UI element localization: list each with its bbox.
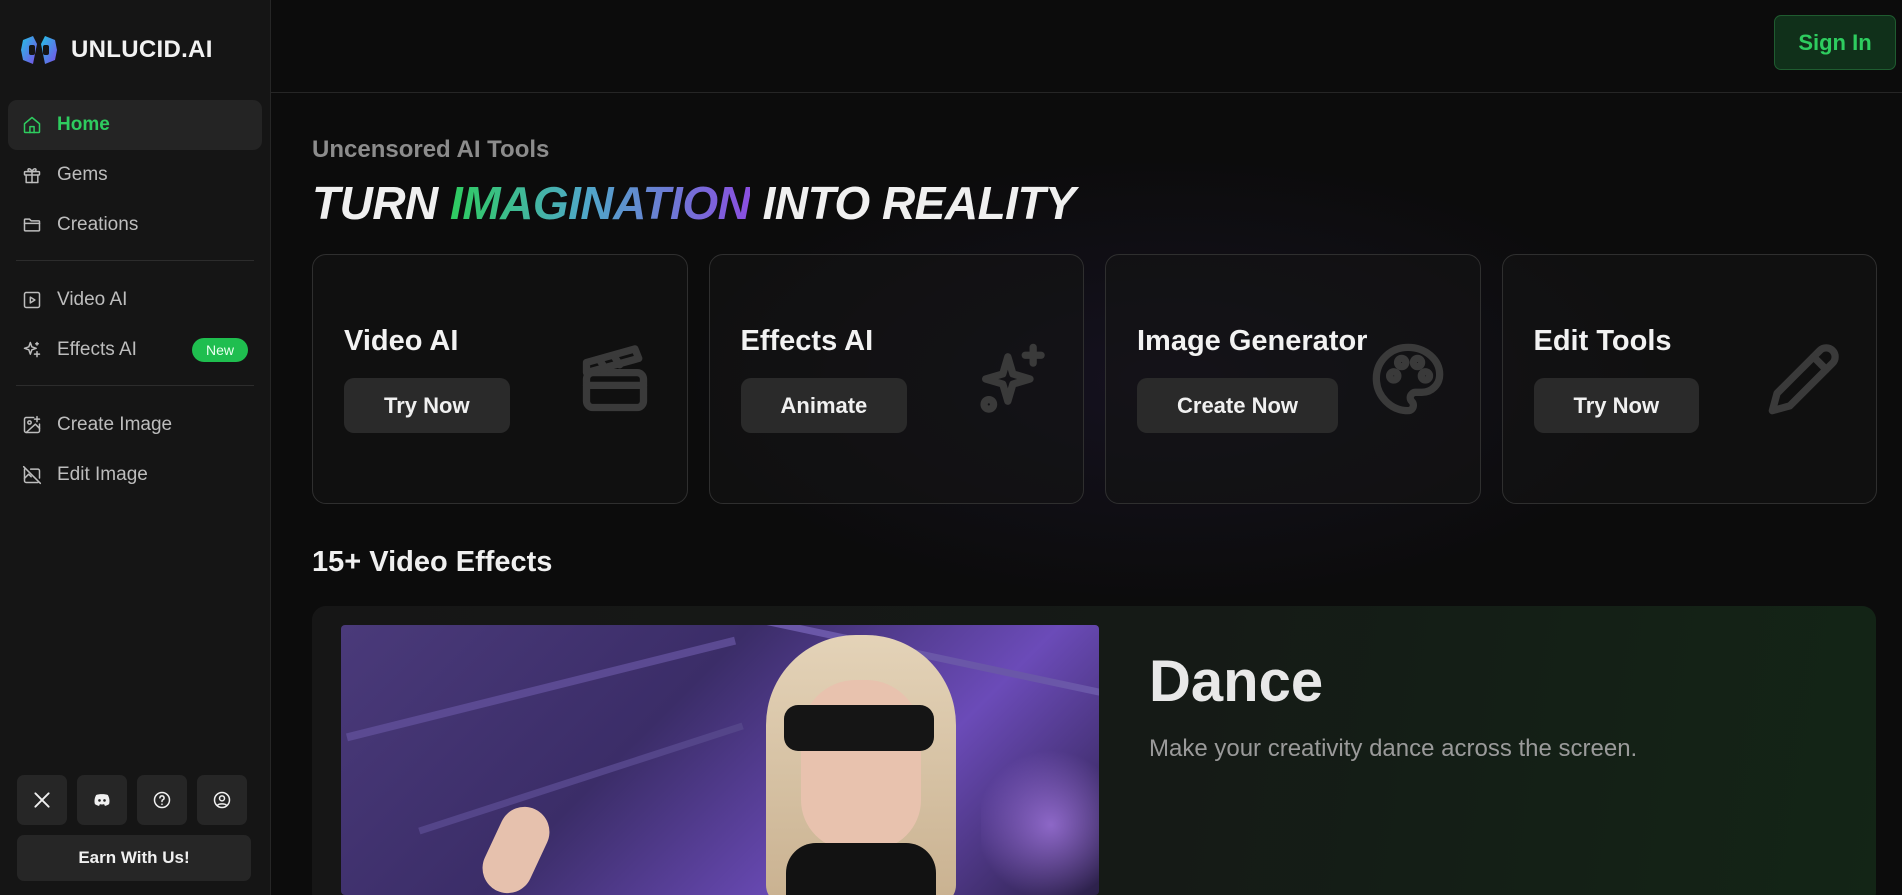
effect-description: Make your creativity dance across the sc… [1149,735,1638,762]
pencil-icon [1766,341,1842,417]
sidebar-item-label: Creations [57,214,139,235]
sidebar-divider [16,385,254,386]
sidebar-item-video-ai[interactable]: Video AI [8,275,262,325]
social-links [17,775,251,825]
create-now-button[interactable]: Create Now [1137,378,1339,433]
ceiling-beam [418,722,744,835]
palette-icon [1370,341,1446,417]
sidebar-item-label: Create Image [57,414,173,435]
sidebar-item-gems[interactable]: Gems [8,150,262,200]
hero-section: Uncensored AI Tools TURN IMAGINATION INT… [271,93,1902,895]
effect-title: Dance [1149,649,1324,714]
hero-kicker: Uncensored AI Tools [312,136,550,163]
discord-button[interactable] [77,775,127,825]
headline-post: INTO REALITY [750,177,1076,229]
sidebar-item-create-image[interactable]: Create Image [8,400,262,450]
unlucid-logo-icon [21,36,57,64]
image-plus-icon [22,415,42,435]
sidebar-item-home[interactable]: Home [8,100,262,150]
folder-icon [22,215,42,235]
home-icon [22,115,42,135]
brand-name: UNLUCID.AI [71,36,213,63]
discord-icon [94,794,110,806]
gift-icon [22,165,42,185]
earn-with-us-button[interactable]: Earn With Us! [17,835,251,881]
sidebar-item-label: Effects AI [57,339,137,360]
account-button[interactable] [197,775,247,825]
card-edit-tools[interactable]: Edit Tools Try Now [1501,254,1877,504]
brand[interactable]: UNLUCID.AI [0,0,270,100]
sidebar-divider [16,260,254,261]
sidebar-item-effects-ai[interactable]: Effects AI New [8,325,262,375]
sidebar-nav: Home Gems Creations Video AI Effects AI … [0,100,270,500]
sparkles-icon [973,341,1049,417]
subject-hand [474,798,558,895]
featured-effect-card[interactable]: Dance Make your creativity dance across … [312,606,1876,895]
animate-button[interactable]: Animate [740,378,908,433]
x-button[interactable] [17,775,67,825]
new-badge: New [191,338,248,362]
headline-pre: TURN [312,177,451,229]
app-root: UNLUCID.AI Home Gems Creations Video AI [0,0,1902,895]
effect-preview-image[interactable] [341,625,1099,895]
sign-in-button[interactable]: Sign In [1774,15,1896,70]
sparkles-icon [22,340,42,360]
user-circle-icon [213,791,231,809]
video-effects-title: 15+ Video Effects [312,546,553,578]
x-icon [34,792,50,808]
tool-cards: Video AI Try Now Effects AI Animate Imag… [312,254,1877,504]
sidebar-item-label: Gems [57,164,108,185]
subject-outfit [786,843,936,895]
ceiling-beam [345,636,737,742]
sidebar-footer: Earn With Us! [17,775,251,881]
sidebar-item-creations[interactable]: Creations [8,200,262,250]
card-video-ai[interactable]: Video AI Try Now [312,254,688,504]
main-content: Sign In Uncensored AI Tools TURN IMAGINA… [271,0,1902,895]
image-off-icon [22,465,42,485]
help-button[interactable] [137,775,187,825]
help-circle-icon [153,791,171,809]
subject-sunglasses [784,705,934,751]
sidebar-item-label: Home [57,114,110,135]
card-image-generator[interactable]: Image Generator Create Now [1105,254,1481,504]
effect-info: Dance Make your creativity dance across … [1099,625,1637,887]
hero-headline: TURN IMAGINATION INTO REALITY [312,176,1877,230]
play-square-icon [22,290,42,310]
sidebar: UNLUCID.AI Home Gems Creations Video AI [0,0,271,895]
stage-light [981,745,1099,895]
sidebar-item-label: Edit Image [57,464,148,485]
clapperboard-icon [577,341,653,417]
top-bar: Sign In [271,0,1902,93]
try-now-button[interactable]: Try Now [1533,378,1700,433]
headline-highlight: IMAGINATION [450,177,751,229]
card-effects-ai[interactable]: Effects AI Animate [708,254,1084,504]
sidebar-item-edit-image[interactable]: Edit Image [8,450,262,500]
sidebar-item-label: Video AI [57,289,128,310]
try-now-button[interactable]: Try Now [344,378,510,433]
